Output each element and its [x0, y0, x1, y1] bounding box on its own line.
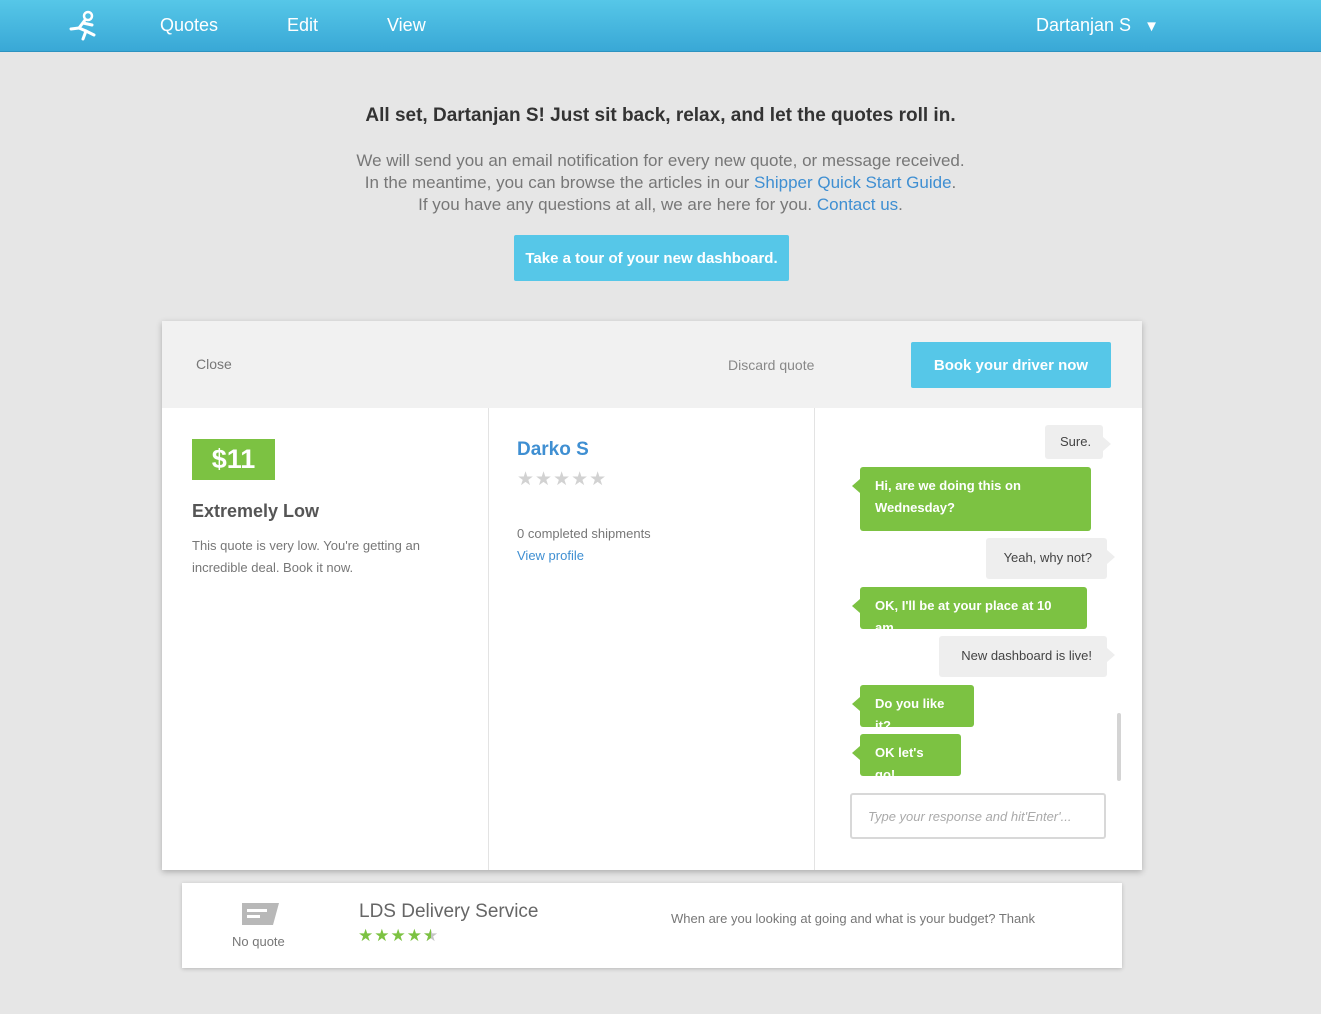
column-divider: [814, 408, 815, 870]
nav-view[interactable]: View: [387, 15, 426, 36]
quote-row[interactable]: No quote LDS Delivery Service ★★★★★ When…: [182, 883, 1122, 968]
user-menu[interactable]: Dartanjan S ▼: [1036, 15, 1159, 36]
chat-message-sent: New dashboard is live!: [939, 636, 1115, 677]
intro-line-2-text: In the meantime, you can browse the arti…: [364, 173, 755, 192]
chat-message-received: Do you like it?: [852, 685, 974, 733]
discard-quote-link[interactable]: Discard quote: [728, 357, 814, 373]
driver-name-link[interactable]: Darko S: [517, 439, 589, 461]
chat-message-sent: Yeah, why not?: [986, 538, 1115, 579]
full-stars: ★★★★: [358, 926, 423, 945]
chat-message-received: OK, I'll be at your place at 10 am.: [852, 587, 1087, 635]
completed-shipments: 0 completed shipments: [517, 526, 651, 541]
price-rating-description: This quote is very low. You're getting a…: [192, 538, 420, 575]
price-badge: $11: [192, 439, 275, 480]
intro-line-2-suffix: .: [951, 173, 957, 192]
quick-start-guide-link[interactable]: Shipper Quick Start Guide: [754, 173, 951, 192]
chat-response-input[interactable]: [850, 793, 1106, 839]
intro-text: We will send you an email notification f…: [0, 150, 1321, 216]
driver-star-rating: ★★★★★: [517, 469, 608, 490]
chat-message-received: OK let's go!: [852, 734, 961, 782]
chat-scrollbar[interactable]: [1117, 713, 1121, 781]
column-divider: [488, 408, 489, 870]
user-name: Dartanjan S: [1036, 15, 1132, 35]
chat-message-sent: Sure.: [1045, 425, 1111, 459]
message-snippet: When are you looking at going and what i…: [671, 911, 1035, 926]
view-profile-link[interactable]: View profile: [517, 548, 584, 563]
no-quote-label: No quote: [232, 934, 285, 949]
chat-message-received: Hi, are we doing this on Wednesday?: [852, 467, 1091, 531]
contact-us-link[interactable]: Contact us: [817, 195, 898, 214]
company-star-rating: ★★★★★: [358, 926, 439, 946]
price-rating-title: Extremely Low: [192, 501, 320, 521]
quote-detail-card: Close Discard quote Book your driver now…: [162, 321, 1142, 870]
intro-line-3-text: If you have any questions at all, we are…: [418, 195, 817, 214]
half-star-icon: ★: [423, 926, 439, 946]
intro-line-2: In the meantime, you can browse the arti…: [0, 172, 1321, 194]
intro-line-1: We will send you an email notification f…: [356, 151, 965, 170]
book-driver-button[interactable]: Book your driver now: [911, 342, 1111, 388]
intro-line-3-suffix: .: [898, 195, 903, 214]
tour-dashboard-button[interactable]: Take a tour of your new dashboard.: [514, 235, 789, 281]
quote-card-header: Close Discard quote Book your driver now: [162, 321, 1142, 408]
page-headline: All set, Dartanjan S! Just sit back, rel…: [365, 105, 956, 126]
runner-logo-icon[interactable]: [66, 8, 100, 42]
top-nav-bar: Quotes Edit View Dartanjan S ▼: [0, 0, 1321, 52]
message-icon: [242, 903, 279, 925]
nav-edit[interactable]: Edit: [287, 15, 318, 36]
close-link[interactable]: Close: [196, 356, 232, 372]
intro-line-3: If you have any questions at all, we are…: [0, 194, 1321, 216]
nav-quotes[interactable]: Quotes: [160, 15, 218, 36]
company-name[interactable]: LDS Delivery Service: [359, 901, 539, 923]
caret-down-icon: ▼: [1144, 18, 1159, 35]
